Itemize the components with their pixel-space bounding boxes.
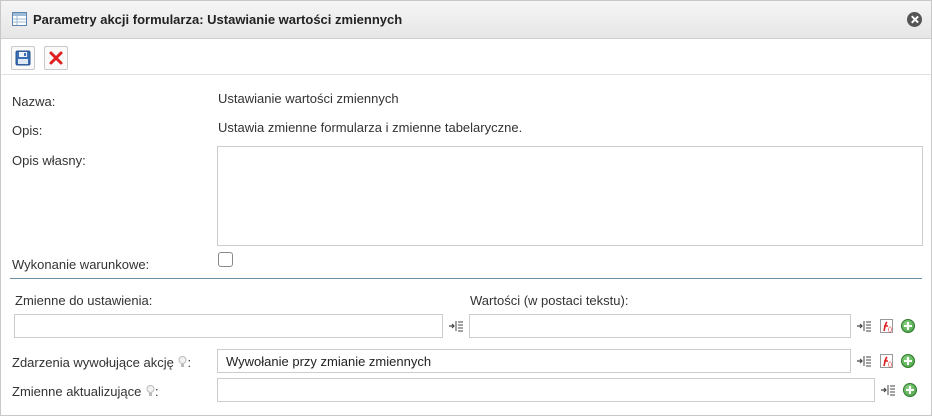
section-divider	[10, 278, 922, 279]
save-button[interactable]	[11, 46, 35, 70]
conditional-execution-checkbox[interactable]	[218, 252, 233, 267]
vars-to-set-label: Zmienne do ustawienia:	[15, 293, 153, 308]
action-parameters-dialog: Parametry akcji formularza: Ustawianie w…	[0, 0, 932, 416]
updating-vars-input[interactable]	[217, 378, 875, 402]
name-value: Ustawianie wartości zmiennych	[218, 91, 399, 106]
dialog-title: Parametry akcji formularza: Ustawianie w…	[33, 12, 403, 27]
add-icon[interactable]	[903, 383, 917, 397]
function-icon[interactable]: ()	[879, 353, 893, 368]
values-input[interactable]	[469, 314, 851, 338]
updating-vars-label-text: Zmienne aktualizujące	[12, 384, 142, 399]
name-label: Nazwa:	[12, 94, 56, 109]
description-label: Opis:	[12, 123, 43, 138]
function-icon[interactable]: ()	[879, 318, 893, 333]
custom-description-label: Opis własny:	[12, 153, 86, 168]
description-value: Ustawia zmienne formularza i zmienne tab…	[218, 120, 523, 135]
values-label: Wartości (w postaci tekstu):	[470, 293, 629, 308]
cancel-button[interactable]	[44, 46, 68, 70]
vars-to-set-input[interactable]	[14, 314, 443, 338]
insert-variable-icon[interactable]	[881, 383, 895, 397]
svg-text:(): ()	[888, 362, 892, 368]
updating-vars-label: Zmienne aktualizujące :	[12, 384, 159, 399]
events-input[interactable]	[217, 349, 851, 373]
add-icon[interactable]	[901, 319, 915, 333]
events-label: Zdarzenia wywołujące akcję :	[12, 355, 191, 370]
save-disk-icon	[15, 50, 31, 66]
events-label-suffix: :	[187, 355, 192, 370]
red-x-icon	[49, 51, 63, 65]
dialog-titlebar: Parametry akcji formularza: Ustawianie w…	[1, 1, 931, 39]
svg-text:(): ()	[888, 327, 892, 333]
close-icon[interactable]	[907, 12, 922, 27]
table-form-icon	[12, 12, 27, 29]
insert-variable-icon[interactable]	[857, 319, 871, 333]
events-label-text: Zdarzenia wywołujące akcję	[12, 355, 174, 370]
add-icon[interactable]	[901, 354, 915, 368]
updating-vars-label-suffix: :	[154, 384, 159, 399]
insert-variable-icon[interactable]	[857, 354, 871, 368]
conditional-execution-label: Wykonanie warunkowe:	[12, 257, 150, 272]
toolbar	[1, 39, 931, 75]
insert-variable-icon[interactable]	[449, 319, 463, 333]
custom-description-textarea[interactable]	[217, 146, 923, 246]
lightbulb-hint-icon[interactable]	[146, 385, 155, 397]
